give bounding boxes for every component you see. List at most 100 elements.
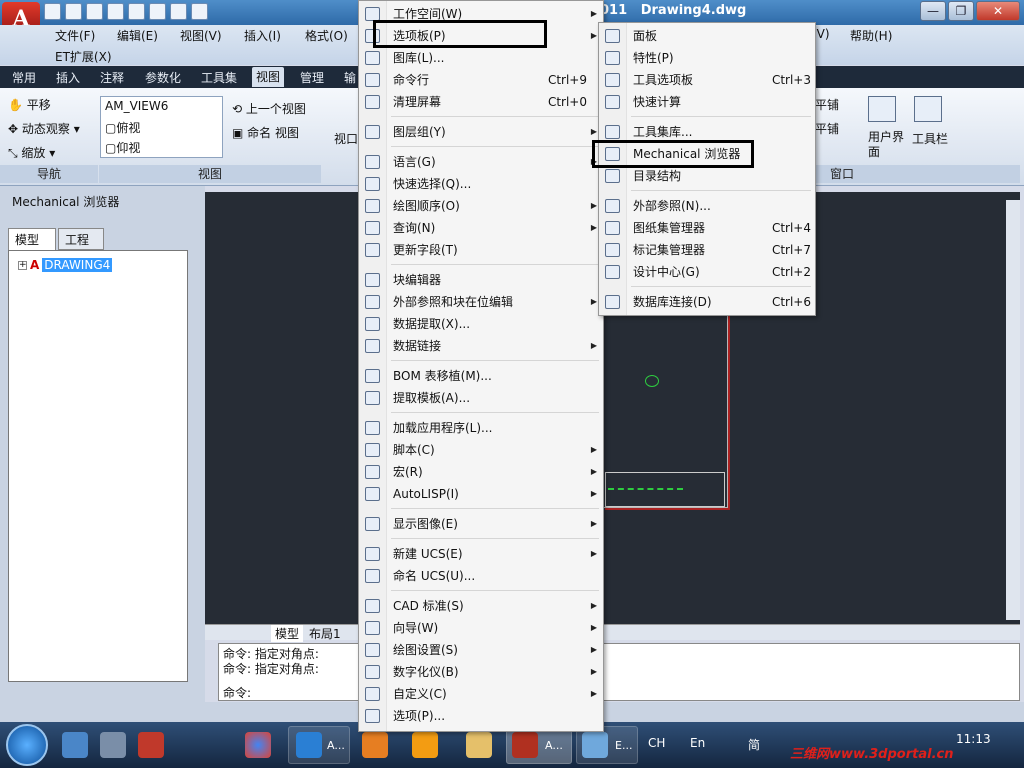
tools-menu-item[interactable]: BOM 表移植(M)... [359, 365, 605, 387]
ribbon-tab-insert[interactable]: 插入 [56, 69, 80, 86]
tools-menu-item[interactable]: 自定义(C) ▶ [359, 683, 605, 705]
palettes-submenu-item[interactable]: 标记集管理器 Ctrl+7 [599, 239, 817, 261]
ribbon-tab-output[interactable]: 输 [344, 69, 356, 86]
window-switcher-icon[interactable] [100, 732, 126, 758]
plot-icon[interactable] [191, 3, 208, 20]
tools-menu-item[interactable]: 新建 UCS(E) ▶ [359, 543, 605, 565]
tools-menu-item[interactable]: 绘图顺序(O) ▶ [359, 195, 605, 217]
view-list-item[interactable]: ▢仰视 [105, 139, 140, 156]
palettes-submenu-item[interactable]: 设计中心(G) Ctrl+2 [599, 261, 817, 283]
undo-icon[interactable] [128, 3, 145, 20]
tools-menu-item[interactable]: 图层组(Y) ▶ [359, 121, 605, 143]
start-button[interactable] [6, 724, 48, 766]
tile-vertical-button[interactable]: 平铺 [815, 120, 839, 137]
view-list[interactable]: AM_VIEW6 ▢俯视 ▢仰视 [100, 96, 223, 158]
tools-menu-item[interactable]: 清理屏幕 Ctrl+0 [359, 91, 605, 113]
view-list-item[interactable]: ▢俯视 [105, 119, 140, 136]
orbit-button[interactable]: ✥ 动态观察 ▾ [8, 120, 80, 137]
minimize-button[interactable]: — [920, 1, 946, 21]
tools-menu-item[interactable]: 数据提取(X)... [359, 313, 605, 335]
tools-menu-item[interactable]: 宏(R) ▶ [359, 461, 605, 483]
open-file-icon[interactable] [65, 3, 82, 20]
ime-mode[interactable]: 简 [748, 736, 760, 753]
tree-node-drawing[interactable]: + A DRAWING4 [18, 258, 113, 272]
ribbon-tab-toolsets[interactable]: 工具集 [201, 69, 237, 86]
close-button[interactable]: ✕ [976, 1, 1020, 21]
tools-menu-item[interactable]: 查询(N) ▶ [359, 217, 605, 239]
palettes-submenu-item[interactable]: 目录结构 [599, 165, 817, 187]
print-icon[interactable] [170, 3, 187, 20]
tools-menu-item[interactable]: 命令行 Ctrl+9 [359, 69, 605, 91]
tools-menu-item[interactable]: 加载应用程序(L)... [359, 417, 605, 439]
tools-menu-item[interactable]: 图库(L)... [359, 47, 605, 69]
palettes-submenu-item[interactable]: 面板 [599, 25, 817, 47]
tools-menu-item[interactable]: 数字化仪(B) ▶ [359, 661, 605, 683]
palettes-submenu-item[interactable]: 工具选项板 Ctrl+3 [599, 69, 817, 91]
palettes-submenu-item[interactable]: 图纸集管理器 Ctrl+4 [599, 217, 817, 239]
tools-menu-item[interactable]: 命名 UCS(U)... [359, 565, 605, 587]
media-player-icon[interactable] [412, 732, 438, 758]
zoom-button[interactable]: ⤡ 缩放 ▾ [8, 144, 55, 161]
palettes-submenu-item[interactable]: 特性(P) [599, 47, 817, 69]
tools-menu-item[interactable]: 选项(P)... [359, 705, 605, 727]
palettes-submenu-item[interactable]: 快速计算 [599, 91, 817, 113]
ribbon-tab-manage[interactable]: 管理 [300, 69, 324, 86]
layout-tab-1[interactable]: 布局1 [309, 625, 341, 642]
menu-help[interactable]: 帮助(H) [850, 27, 892, 44]
tools-menu-item[interactable]: 外部参照和块在位编辑 ▶ [359, 291, 605, 313]
tools-menu-item[interactable]: 数据链接 ▶ [359, 335, 605, 357]
ribbon-tab-view[interactable]: 视图 [252, 67, 285, 87]
tab-drawing[interactable]: 工程图 [58, 228, 104, 264]
tab-model[interactable]: 模型 [8, 228, 56, 250]
save-icon[interactable] [107, 3, 124, 20]
clock[interactable]: 11:13 [956, 732, 991, 746]
app-icon[interactable] [362, 732, 388, 758]
tools-menu-item[interactable]: AutoLISP(I) ▶ [359, 483, 605, 505]
tools-menu-item[interactable]: 提取模板(A)... [359, 387, 605, 409]
viewport-button[interactable]: 视口 [334, 130, 358, 147]
ribbon-tab-home[interactable]: 常用 [12, 69, 36, 86]
input-mode[interactable]: En [690, 736, 705, 750]
tools-menu-item[interactable]: CAD 标准(S) ▶ [359, 595, 605, 617]
tools-menu-item[interactable]: 语言(G) ▶ [359, 151, 605, 173]
user-interface-icon[interactable] [868, 96, 896, 122]
language-indicator[interactable]: CH [648, 736, 665, 750]
expand-icon[interactable]: + [18, 260, 27, 270]
layout-tab-model[interactable]: 模型 [271, 625, 304, 642]
toolbars-icon[interactable] [914, 96, 942, 122]
user-interface-button[interactable]: 用户界面 [868, 130, 908, 160]
named-view-button[interactable]: ▣ 命名 视图 [232, 124, 299, 141]
tools-menu-item[interactable]: 脚本(C) ▶ [359, 439, 605, 461]
toolbars-button[interactable]: 工具栏 [912, 130, 948, 147]
chrome-icon[interactable] [245, 732, 271, 758]
tools-menu-item[interactable]: 快速选择(Q)... [359, 173, 605, 195]
show-desktop-icon[interactable] [62, 732, 88, 758]
tile-horizontal-button[interactable]: 平铺 [815, 96, 839, 113]
menu-view[interactable]: 视图(V) [180, 27, 222, 44]
view-list-item[interactable]: AM_VIEW6 [105, 99, 168, 113]
palettes-submenu-item[interactable]: 数据库连接(D) Ctrl+6 [599, 291, 817, 313]
new-file-icon[interactable] [44, 3, 61, 20]
menu-format[interactable]: 格式(O) [305, 27, 348, 44]
tools-menu-item[interactable]: 绘图设置(S) ▶ [359, 639, 605, 661]
tools-menu-item[interactable]: 显示图像(E) ▶ [359, 513, 605, 535]
menu-insert[interactable]: 插入(I) [244, 27, 281, 44]
pan-button[interactable]: ✋ 平移 [8, 96, 51, 113]
palettes-submenu-item[interactable]: 外部参照(N)... [599, 195, 817, 217]
tools-menu-item[interactable]: 更新字段(T) [359, 239, 605, 261]
tools-menu-item[interactable]: 向导(W) ▶ [359, 617, 605, 639]
vertical-scrollbar[interactable] [1006, 200, 1020, 620]
save-as-icon[interactable] [86, 3, 103, 20]
tools-menu-item[interactable]: 块编辑器 [359, 269, 605, 291]
ribbon-tab-annotate[interactable]: 注释 [100, 69, 124, 86]
redo-icon[interactable] [149, 3, 166, 20]
previous-view-button[interactable]: ⟲ 上一个视图 [232, 100, 306, 117]
ribbon-tab-parametric[interactable]: 参数化 [145, 69, 181, 86]
command-prompt[interactable]: 命令: [223, 684, 251, 701]
autocad-pinned-icon[interactable] [138, 732, 164, 758]
menu-et-express[interactable]: ET扩展(X) [55, 48, 112, 65]
maximize-button[interactable]: ❐ [948, 1, 974, 21]
menu-file[interactable]: 文件(F) [55, 27, 95, 44]
menu-edit[interactable]: 编辑(E) [117, 27, 158, 44]
explorer-icon[interactable] [466, 732, 492, 758]
